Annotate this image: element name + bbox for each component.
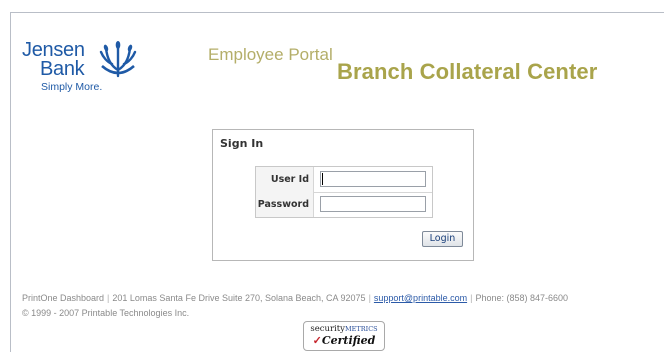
login-button[interactable]: Login: [422, 231, 463, 247]
logo-name-line2: Bank: [40, 58, 85, 80]
logo-name-line1: Jensen: [22, 39, 85, 61]
password-label: Password: [256, 192, 314, 217]
checkmark-icon: ✓: [312, 334, 322, 347]
footer-product: PrintOne Dashboard: [22, 293, 105, 303]
badge-certified-text: Certified: [321, 334, 376, 347]
portal-label: Employee Portal: [208, 45, 333, 64]
copyright: © 1999 - 2007 Printable Technologies Inc…: [22, 308, 190, 318]
credentials-table: User Id Password: [255, 166, 433, 218]
support-email-link[interactable]: support@printable.com: [374, 293, 467, 303]
password-row: Password: [256, 192, 432, 217]
signin-panel: Sign In User Id Password Login: [212, 129, 474, 261]
signin-title: Sign In: [220, 137, 264, 150]
security-metrics-badge[interactable]: securityMETRICS ✓Certified: [303, 321, 385, 351]
user-id-row: User Id: [256, 167, 432, 193]
logo-tagline: Simply More.: [41, 81, 103, 93]
wheat-icon: [99, 41, 137, 78]
password-input[interactable]: [320, 196, 426, 212]
badge-brand: securityMETRICS: [304, 324, 384, 334]
badge-metrics-text: METRICS: [345, 325, 378, 333]
user-id-input[interactable]: [320, 171, 426, 187]
footer-phone: Phone: (858) 847-6600: [475, 293, 569, 303]
user-id-label: User Id: [256, 167, 314, 192]
badge-certified: ✓Certified: [304, 334, 384, 347]
page-title: Branch Collateral Center: [337, 59, 598, 84]
bank-logo: Jensen Bank Simply More.: [22, 40, 142, 100]
footer-line: PrintOne Dashboard | 201 Lomas Santa Fe Dr…: [22, 293, 569, 303]
badge-security-text: security: [310, 324, 345, 334]
footer-address: 201 Lomas Santa Fe Drive Suite 270, Sola…: [112, 293, 366, 303]
text-cursor: [322, 173, 323, 185]
